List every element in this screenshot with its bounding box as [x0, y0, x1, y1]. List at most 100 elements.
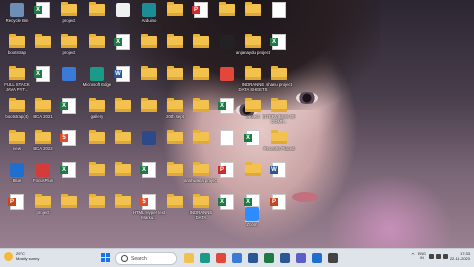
taskbar-app-excel-icon[interactable]: [264, 253, 274, 263]
word-file-icon: W: [114, 66, 130, 82]
folder-icon: [35, 34, 51, 48]
desktop-icon-interviews-of-comp[interactable]: INTERVIEWS OF COMP...: [262, 98, 296, 132]
desktop-icon-doc[interactable]: [262, 2, 296, 36]
folder-icon: [167, 66, 183, 80]
language-indicator[interactable]: ENG IN: [418, 252, 426, 260]
folder-icon: [61, 2, 77, 16]
app-icon: [90, 67, 104, 81]
folder-icon: [245, 98, 261, 112]
folder-icon: [167, 34, 183, 48]
folder-icon: [193, 194, 209, 208]
excel-file-icon: X: [114, 34, 130, 50]
clock[interactable]: 17:33 22-11-2023: [450, 251, 470, 261]
pdf-file-icon: P: [192, 2, 208, 18]
excel-file-icon: X: [270, 34, 286, 50]
desktop-icon-shanu-project[interactable]: shanu project: [262, 66, 296, 100]
folder-icon: [141, 98, 157, 112]
document-icon: [272, 2, 286, 18]
word-file-icon: W: [270, 162, 286, 178]
folder-icon: [89, 194, 105, 208]
app-icon: [10, 3, 24, 17]
desktop-icon-label: Zoom: [246, 222, 258, 227]
folder-icon: [141, 66, 157, 80]
folder-icon: [115, 162, 131, 176]
excel-file-icon: X: [60, 98, 76, 114]
desktop-icon-recently-placed[interactable]: Recently Placed: [262, 130, 296, 164]
folder-icon: [271, 66, 287, 80]
taskbar-app-mail-icon[interactable]: [248, 253, 258, 263]
start-button[interactable]: [101, 253, 110, 262]
taskbar-app-teams-icon[interactable]: [296, 253, 306, 263]
wifi-icon[interactable]: [428, 253, 434, 259]
taskbar-search-box[interactable]: Search: [115, 252, 177, 265]
desktop-icon-zoom[interactable]: Zoom: [235, 206, 269, 240]
folder-icon: [89, 2, 105, 16]
folder-icon: [89, 98, 105, 112]
folder-icon: [115, 130, 131, 144]
excel-file-icon: X: [218, 194, 234, 210]
search-icon: [121, 255, 128, 262]
folder-icon: [219, 2, 235, 16]
folder-icon: [35, 130, 51, 144]
desktop-icon-label: INTERVIEWS OF COMP...: [262, 114, 296, 124]
taskbar-app-vscode-icon[interactable]: [312, 253, 322, 263]
wallpaper-eye-right: [296, 92, 318, 104]
taskbar: 29°C Mostly sunny Search ^ ENG IN 17:33 …: [0, 248, 474, 267]
app-icon: [142, 131, 156, 145]
folder-icon: [9, 34, 25, 48]
taskbar-app-file-explorer-icon[interactable]: [184, 253, 194, 263]
folder-icon: [89, 34, 105, 48]
folder-icon: [193, 98, 209, 112]
folder-icon: [193, 66, 209, 80]
folder-icon: [35, 194, 51, 208]
folder-icon: [167, 130, 183, 144]
folder-icon: [245, 34, 261, 48]
folder-icon: [167, 2, 183, 16]
app-icon: [220, 35, 234, 49]
app-icon: [10, 163, 24, 177]
chevron-up-icon[interactable]: ^: [411, 253, 415, 259]
excel-file-icon: X: [218, 98, 234, 114]
sun-icon: [4, 251, 13, 261]
desktop-icon-wd[interactable]: W: [262, 162, 296, 196]
folder-icon: [89, 130, 105, 144]
excel-file-icon: X: [60, 162, 76, 178]
folder-icon: [9, 66, 25, 80]
excel-file-icon: X: [244, 130, 260, 146]
app-icon: [62, 67, 76, 81]
app-icon: [142, 3, 156, 17]
desktop-icon-label: shanu project: [266, 82, 292, 87]
weather-desc: Mostly sunny: [16, 256, 40, 261]
folder-icon: [9, 130, 25, 144]
taskbar-app-other-icon[interactable]: [328, 253, 338, 263]
folder-icon: [61, 194, 77, 208]
taskbar-app-edge-icon[interactable]: [200, 253, 210, 263]
excel-file-icon: X: [140, 162, 156, 178]
folder-icon: [271, 130, 287, 144]
folder-icon: [193, 162, 209, 176]
windows-logo-icon: [101, 253, 105, 257]
desktop-icon-xl[interactable]: X: [262, 34, 296, 68]
taskbar-app-store-icon[interactable]: [232, 253, 242, 263]
folder-icon: [35, 98, 51, 112]
app-icon: [245, 207, 259, 221]
folder-icon: [61, 34, 77, 48]
volume-icon[interactable]: [435, 253, 441, 259]
excel-file-icon: X: [34, 2, 50, 18]
weather-widget[interactable]: 29°C Mostly sunny: [4, 251, 39, 261]
clock-date: 22-11-2023: [449, 256, 470, 261]
powerpoint-file-icon: P: [270, 194, 286, 210]
app-icon: [116, 3, 130, 17]
taskbar-app-chrome-icon[interactable]: [216, 253, 226, 263]
folder-icon: [193, 34, 209, 48]
app-icon: [220, 67, 234, 81]
taskbar-app-word-icon[interactable]: [280, 253, 290, 263]
folder-icon: [89, 162, 105, 176]
search-placeholder: Search: [131, 255, 147, 262]
battery-icon[interactable]: [442, 253, 448, 259]
folder-icon: [141, 34, 157, 48]
folder-icon: [271, 98, 287, 112]
desktop-icon-label: Recently Placed: [263, 146, 295, 151]
folder-icon: [167, 98, 183, 112]
folder-icon: [115, 98, 131, 112]
